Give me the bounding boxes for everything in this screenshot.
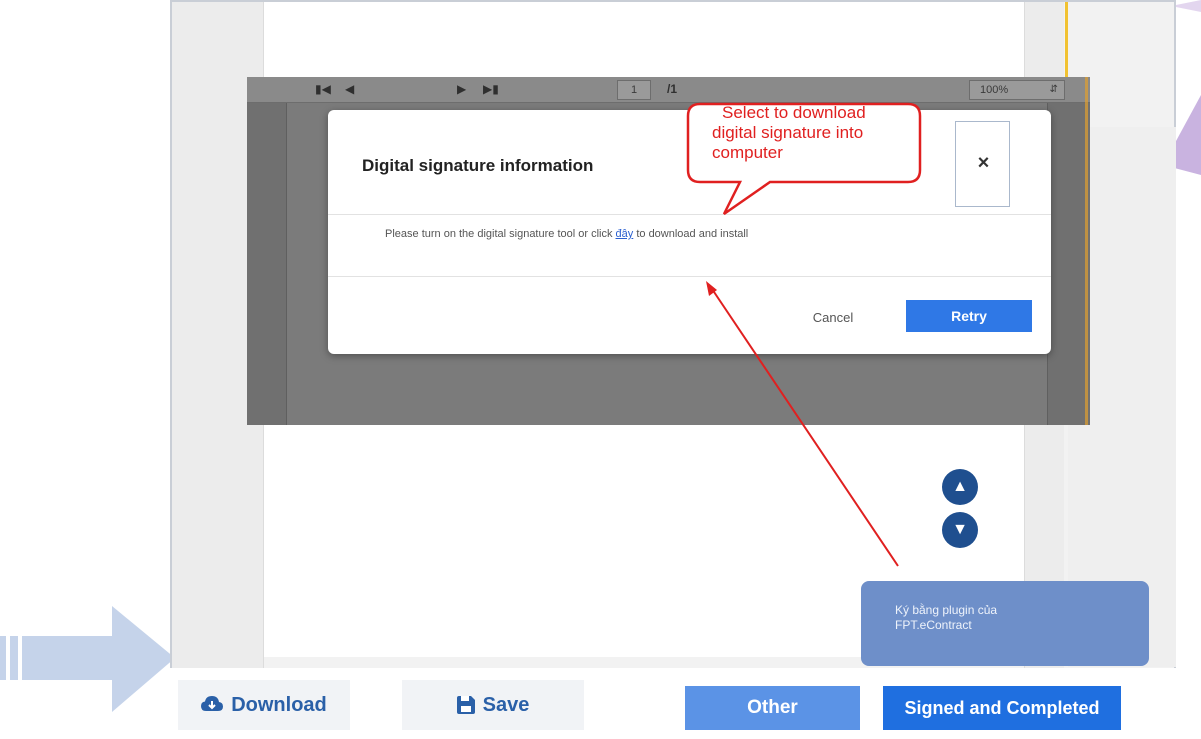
triangle-down-icon: ▼ [952,521,968,538]
message-text-before: Please turn on the digital signature too… [385,228,616,240]
callout-text: Select to download digital signature int… [712,103,924,163]
highlight-line [1065,2,1068,82]
triangle-up-icon: ▲ [952,478,968,495]
digital-signature-modal: Digital signature information × Please t… [328,110,1051,354]
scroll-down-button[interactable]: ▼ [942,512,978,548]
callout-line: computer [712,143,783,162]
pdf-toolbar: ▮◀ ◀ 1 /1 ▶ ▶▮ 100% ⇵ [247,77,1090,103]
bottom-toolbar: Download Save Other Signed and Completed [170,668,1176,739]
message-text-after: to download and install [633,228,749,240]
tooltip-line: FPT.eContract [895,618,972,632]
download-label: Download [231,693,327,716]
zoom-value: 100% [980,84,1009,96]
next-page-icon[interactable]: ▶ [457,82,466,96]
modal-message: Please turn on the digital signature too… [385,228,865,240]
callout-line: Select to download [722,103,866,122]
prev-page-icon[interactable]: ◀ [345,82,354,96]
save-button[interactable]: Save [402,680,584,730]
scroll-up-button[interactable]: ▲ [942,469,978,505]
page-total: /1 [667,82,678,96]
last-page-icon[interactable]: ▶▮ [483,82,499,96]
download-button[interactable]: Download [178,680,350,730]
pdf-right-panel [1047,103,1090,425]
modal-title: Digital signature information [362,156,594,175]
download-plugin-link[interactable]: đây [616,228,634,240]
close-button[interactable]: × [955,121,1010,207]
divider [328,276,1051,277]
signed-and-completed-button[interactable]: Signed and Completed [883,686,1121,730]
cancel-button[interactable]: Cancel [798,306,868,328]
other-button[interactable]: Other [685,686,860,730]
floppy-disk-icon [456,696,475,714]
screen: ▮◀ ◀ 1 /1 ▶ ▶▮ 100% ⇵ Digital signature … [0,0,1201,739]
divider [328,214,1051,215]
page-number-input[interactable]: 1 [617,80,651,100]
pdf-left-panel [247,103,287,425]
tooltip-line: Ký bằng plugin của [895,603,998,617]
save-label: Save [482,693,530,716]
zoom-select[interactable]: 100% ⇵ [969,80,1065,100]
retry-button[interactable]: Retry [906,300,1032,332]
callout-line: digital signature into [712,123,864,142]
cloud-download-icon [201,696,224,711]
arrow-right-decoration-icon [0,606,175,712]
plugin-sign-tooltip: Ký bằng plugin của FPT.eContract [861,581,1149,666]
first-page-icon[interactable]: ▮◀ [315,82,331,96]
pdf-edge-line [1085,77,1088,425]
chevron-updown-icon: ⇵ [1049,84,1058,95]
close-icon: × [977,152,990,174]
